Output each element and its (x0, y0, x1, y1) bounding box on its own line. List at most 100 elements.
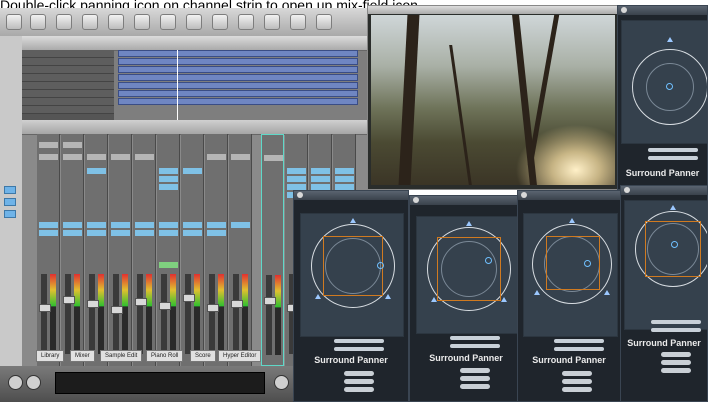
parameter-field[interactable] (562, 387, 592, 392)
insert-plugin[interactable] (183, 168, 202, 174)
insert-plugin[interactable] (87, 168, 106, 174)
channel-strip[interactable] (229, 134, 252, 366)
volume-fader[interactable] (41, 274, 47, 354)
parameter-field[interactable] (344, 371, 374, 376)
spread-slider[interactable] (648, 156, 698, 160)
insert-plugin[interactable] (335, 168, 354, 174)
send-slot[interactable] (63, 222, 82, 228)
audio-region[interactable] (118, 58, 358, 65)
parameter-field[interactable] (460, 384, 490, 389)
fader-cap[interactable] (87, 300, 99, 308)
toolbar-button[interactable] (212, 14, 228, 30)
toolbar-button[interactable] (264, 14, 280, 30)
mix-field[interactable] (621, 20, 707, 144)
pan-position-handle[interactable] (666, 83, 673, 90)
spread-slider[interactable] (450, 344, 500, 348)
lfe-slider[interactable] (554, 339, 604, 343)
channel-strip[interactable] (157, 134, 180, 366)
send-slot[interactable] (183, 230, 202, 236)
lfe-slider[interactable] (450, 336, 500, 340)
send-slot[interactable] (135, 230, 154, 236)
toolbar-button[interactable] (290, 14, 306, 30)
play-button[interactable] (26, 375, 41, 390)
volume-fader[interactable] (137, 274, 143, 354)
send-slot[interactable] (231, 222, 250, 228)
audio-region[interactable] (118, 66, 358, 73)
track-row[interactable] (22, 58, 114, 66)
insert-slot[interactable] (231, 154, 250, 160)
toolbar-button[interactable] (56, 14, 72, 30)
parameter-field[interactable] (460, 368, 490, 373)
toolbar-button[interactable] (82, 14, 98, 30)
group-slot[interactable] (159, 262, 178, 268)
channel-strip[interactable] (37, 134, 60, 366)
toolbar-button[interactable] (160, 14, 176, 30)
track-row[interactable] (22, 82, 114, 90)
close-icon[interactable] (624, 187, 630, 193)
fader-cap[interactable] (39, 304, 51, 312)
record-button[interactable] (274, 375, 289, 390)
channel-strip[interactable] (109, 134, 132, 366)
send-slot[interactable] (63, 230, 82, 236)
parameter-field[interactable] (661, 352, 691, 357)
tab-mixer[interactable]: Mixer (70, 350, 95, 362)
close-icon[interactable] (521, 192, 527, 198)
inspector-button[interactable] (4, 210, 16, 218)
lfe-slider[interactable] (334, 339, 384, 343)
mix-field[interactable] (416, 216, 520, 334)
inspector-button[interactable] (4, 198, 16, 206)
fader-cap[interactable] (111, 306, 123, 314)
insert-slot[interactable] (39, 142, 58, 148)
insert-slot[interactable] (264, 155, 283, 161)
volume-fader[interactable] (209, 274, 215, 354)
audio-region[interactable] (118, 82, 358, 89)
audio-region[interactable] (118, 98, 358, 105)
audio-region[interactable] (118, 90, 358, 97)
toolbar-button[interactable] (30, 14, 46, 30)
fader-cap[interactable] (264, 297, 276, 305)
panner-title-bar[interactable] (518, 191, 620, 200)
toolbar-button[interactable] (316, 14, 332, 30)
parameter-field[interactable] (460, 376, 490, 381)
mix-field[interactable] (624, 200, 707, 330)
panner-title-bar[interactable] (410, 196, 522, 205)
panner-title-bar[interactable] (618, 6, 707, 15)
fader-cap[interactable] (231, 300, 243, 308)
insert-slot[interactable] (111, 154, 130, 160)
track-row[interactable] (22, 90, 114, 98)
channel-strip[interactable] (85, 134, 108, 366)
send-slot[interactable] (39, 230, 58, 236)
volume-fader[interactable] (266, 275, 272, 355)
parameter-field[interactable] (344, 387, 374, 392)
pan-position-handle[interactable] (377, 262, 384, 269)
parameter-field[interactable] (344, 379, 374, 384)
tab-sample-edit[interactable]: Sample Edit (100, 350, 143, 362)
send-slot[interactable] (159, 222, 178, 228)
parameter-field[interactable] (562, 371, 592, 376)
panner-title-bar[interactable] (294, 191, 408, 200)
volume-fader[interactable] (233, 274, 239, 354)
pan-position-handle[interactable] (584, 260, 591, 267)
send-slot[interactable] (159, 230, 178, 236)
track-row[interactable] (22, 98, 114, 106)
insert-plugin[interactable] (311, 176, 330, 182)
lfe-slider[interactable] (651, 320, 701, 324)
fader-cap[interactable] (159, 302, 171, 310)
insert-plugin[interactable] (159, 184, 178, 190)
arrange-ruler[interactable] (22, 36, 370, 51)
panner-title-bar[interactable] (621, 186, 707, 195)
close-icon[interactable] (413, 197, 419, 203)
movie-title-bar[interactable] (368, 6, 618, 14)
send-slot[interactable] (87, 230, 106, 236)
toolbar-button[interactable] (238, 14, 254, 30)
lfe-slider[interactable] (648, 148, 698, 152)
inspector-button[interactable] (4, 186, 16, 194)
send-slot[interactable] (207, 230, 226, 236)
pan-position-handle[interactable] (485, 257, 492, 264)
insert-slot[interactable] (207, 154, 226, 160)
insert-plugin[interactable] (159, 176, 178, 182)
playhead[interactable] (177, 50, 178, 120)
insert-slot[interactable] (63, 154, 82, 160)
send-slot[interactable] (207, 222, 226, 228)
volume-fader[interactable] (185, 274, 191, 354)
